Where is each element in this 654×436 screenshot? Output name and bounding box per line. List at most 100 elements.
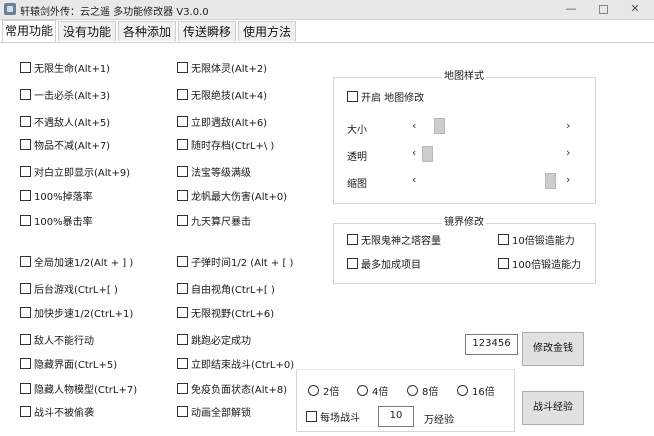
cb-enable-map[interactable]: 开启 地图修改 bbox=[347, 91, 424, 105]
minimize-button[interactable]: — bbox=[554, 0, 588, 19]
slider-label-zoom: 缩图 bbox=[347, 179, 367, 190]
checkbox-icon bbox=[20, 116, 31, 127]
cb-forge-10x[interactable]: 10倍锻造能力 bbox=[498, 234, 575, 248]
cb-escape-success[interactable]: 跳跑必定成功 bbox=[177, 334, 251, 348]
cb-infinite-view[interactable]: 无限视野(CtrL+6) bbox=[177, 307, 274, 321]
checkbox-icon bbox=[177, 190, 188, 201]
size-slider-thumb[interactable] bbox=[434, 118, 445, 134]
checkbox-icon bbox=[177, 406, 188, 417]
cb-no-encounter[interactable]: 不遇敌人(Alt+5) bbox=[20, 116, 110, 130]
cb-max-bonus[interactable]: 最多加成项目 bbox=[347, 258, 421, 272]
app-icon bbox=[4, 3, 16, 15]
modify-money-button[interactable]: 修改金钱 bbox=[522, 332, 584, 366]
zoom-right-arrow[interactable]: › bbox=[566, 173, 570, 186]
maximize-button[interactable] bbox=[586, 0, 620, 19]
cb-ruler-crit[interactable]: 九天算尺暴击 bbox=[177, 215, 251, 229]
cb-walk-speed[interactable]: 加快步速1/2(CtrL+1) bbox=[20, 307, 133, 321]
tab-none[interactable]: 没有功能 bbox=[58, 21, 116, 41]
checkbox-icon bbox=[177, 307, 188, 318]
checkbox-icon bbox=[177, 62, 188, 73]
checkbox-icon bbox=[20, 139, 31, 150]
radio-4x[interactable]: 4倍 bbox=[357, 385, 388, 399]
radio-2x[interactable]: 2倍 bbox=[308, 385, 339, 399]
money-input[interactable]: 123456 bbox=[465, 334, 518, 355]
cb-items-no-decrease[interactable]: 物品不减(Alt+7) bbox=[20, 139, 110, 153]
checkbox-icon bbox=[20, 283, 31, 294]
cb-immune-debuff[interactable]: 免疫负面状态(Alt+8) bbox=[177, 383, 287, 397]
radio-icon bbox=[407, 385, 418, 396]
realm-group: 镜界修改 bbox=[333, 217, 596, 284]
cb-crit-rate[interactable]: 100%暴击率 bbox=[20, 215, 93, 229]
cb-free-camera[interactable]: 自由视角(CtrL+[ ) bbox=[177, 283, 275, 297]
zoom-left-arrow[interactable]: ‹ bbox=[412, 173, 416, 186]
checkbox-icon bbox=[177, 334, 188, 345]
checkbox-icon bbox=[20, 334, 31, 345]
opacity-slider-thumb[interactable] bbox=[422, 146, 433, 162]
cb-instant-dialog[interactable]: 对白立即显示(Alt+9) bbox=[20, 166, 130, 180]
cb-instant-encounter[interactable]: 立即遇敌(Alt+6) bbox=[177, 116, 267, 130]
checkbox-icon bbox=[20, 215, 31, 226]
exp-amount-input[interactable]: 10 bbox=[378, 406, 414, 427]
tab-add[interactable]: 各种添加 bbox=[118, 21, 176, 41]
cb-infinite-life[interactable]: 无限生命(Alt+1) bbox=[20, 62, 110, 76]
size-left-arrow[interactable]: ‹ bbox=[412, 119, 416, 132]
cb-tower-capacity[interactable]: 无限鬼神之塔容量 bbox=[347, 234, 441, 248]
opacity-right-arrow[interactable]: › bbox=[566, 146, 570, 159]
tab-usage[interactable]: 使用方法 bbox=[238, 21, 296, 41]
cb-hide-ui[interactable]: 隐藏界面(CtrL+5) bbox=[20, 358, 117, 372]
checkbox-icon bbox=[177, 256, 188, 267]
cb-max-damage[interactable]: 龙帆最大伤害(Alt+0) bbox=[177, 190, 287, 204]
title-bar: 轩辕剑外传：云之遥 多功能修改器 V3.0.0 — ✕ bbox=[0, 0, 654, 20]
checkbox-icon bbox=[498, 234, 509, 245]
tab-panel-border bbox=[0, 42, 654, 43]
checkbox-icon bbox=[20, 256, 31, 267]
battle-exp-button[interactable]: 战斗经验 bbox=[522, 391, 584, 425]
checkbox-icon bbox=[177, 215, 188, 226]
tab-teleport[interactable]: 传送瞬移 bbox=[178, 21, 236, 41]
checkbox-icon bbox=[20, 307, 31, 318]
tab-bar: 常用功能 没有功能 各种添加 传送瞬移 使用方法 bbox=[0, 20, 654, 43]
size-right-arrow[interactable]: › bbox=[566, 119, 570, 132]
cb-global-speed[interactable]: 全局加速1/2(Alt + ] ) bbox=[20, 256, 133, 270]
checkbox-icon bbox=[306, 411, 317, 422]
cb-no-ambush[interactable]: 战斗不被偷袭 bbox=[20, 406, 94, 420]
close-button[interactable]: ✕ bbox=[618, 0, 652, 19]
checkbox-icon bbox=[177, 283, 188, 294]
zoom-slider-thumb[interactable] bbox=[545, 173, 556, 189]
tab-common[interactable]: 常用功能 bbox=[2, 20, 56, 43]
cb-infinite-spirit[interactable]: 无限体灵(Alt+2) bbox=[177, 62, 267, 76]
exp-unit-label: 万经验 bbox=[424, 415, 454, 426]
checkbox-icon bbox=[177, 116, 188, 127]
cb-drop-rate[interactable]: 100%掉落率 bbox=[20, 190, 93, 204]
checkbox-icon bbox=[177, 89, 188, 100]
cb-unlock-animation[interactable]: 动画全部解锁 bbox=[177, 406, 251, 420]
radio-8x[interactable]: 8倍 bbox=[407, 385, 438, 399]
checkbox-icon bbox=[177, 139, 188, 150]
slider-label-size: 大小 bbox=[347, 125, 367, 136]
checkbox-icon bbox=[177, 358, 188, 369]
cb-background-game[interactable]: 后台游戏(CtrL+[ ) bbox=[20, 283, 118, 297]
checkbox-icon bbox=[177, 166, 188, 177]
checkbox-icon bbox=[177, 383, 188, 394]
checkbox-icon bbox=[347, 234, 358, 245]
radio-icon bbox=[457, 385, 468, 396]
checkbox-icon bbox=[20, 406, 31, 417]
cb-forge-100x[interactable]: 100倍锻造能力 bbox=[498, 258, 581, 272]
cb-treasure-max[interactable]: 法宝等级满级 bbox=[177, 166, 251, 180]
cb-bullet-time[interactable]: 子弹时间1/2 (Alt + [ ) bbox=[177, 256, 293, 270]
cb-one-hit-kill[interactable]: 一击必杀(Alt+3) bbox=[20, 89, 110, 103]
opacity-left-arrow[interactable]: ‹ bbox=[412, 146, 416, 159]
window-title: 轩辕剑外传：云之遥 多功能修改器 V3.0.0 bbox=[20, 7, 209, 18]
cb-per-battle[interactable]: 每场战斗 bbox=[306, 411, 360, 425]
radio-16x[interactable]: 16倍 bbox=[457, 385, 495, 399]
cb-end-battle[interactable]: 立即结束战斗(CtrL+0) bbox=[177, 358, 294, 372]
checkbox-icon bbox=[20, 383, 31, 394]
map-style-title: 地图样式 bbox=[442, 71, 486, 83]
cb-enemy-frozen[interactable]: 敌人不能行动 bbox=[20, 334, 94, 348]
cb-hide-model[interactable]: 隐藏人物模型(CtrL+7) bbox=[20, 383, 137, 397]
checkbox-icon bbox=[20, 62, 31, 73]
slider-label-opacity: 透明 bbox=[347, 152, 367, 163]
cb-infinite-skill[interactable]: 无限绝技(Alt+4) bbox=[177, 89, 267, 103]
cb-save-anytime[interactable]: 随时存档(CtrL+\ ) bbox=[177, 139, 274, 153]
realm-title: 镜界修改 bbox=[442, 217, 486, 229]
